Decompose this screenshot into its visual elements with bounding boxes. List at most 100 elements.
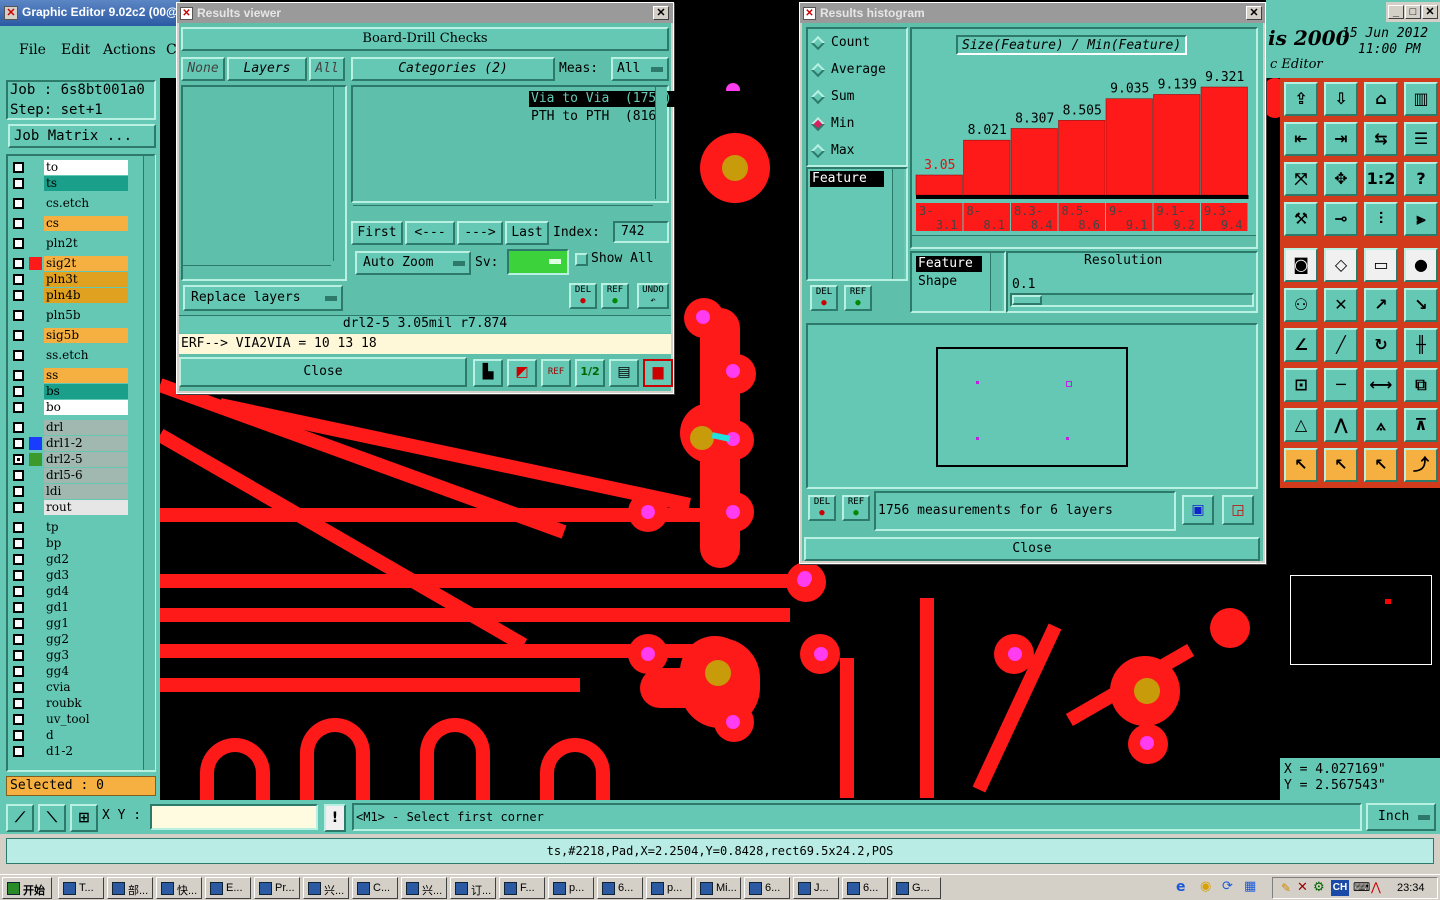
pad-icon[interactable]: ◙: [1284, 248, 1318, 282]
taskbar-button[interactable]: 6...: [744, 877, 790, 899]
taskbar-button[interactable]: 6...: [597, 877, 643, 899]
layer-checkbox[interactable]: [13, 370, 24, 381]
compare-icon[interactable]: 1/2: [575, 359, 605, 387]
taskbar-button[interactable]: p...: [646, 877, 692, 899]
layer-row[interactable]: pln2t: [10, 236, 128, 251]
scale-icon[interactable]: 1:2: [1364, 162, 1398, 196]
layer-results-scrollbar[interactable]: [333, 87, 345, 261]
split-icon[interactable]: ╫: [1404, 328, 1438, 362]
measure-icon[interactable]: ⫶: [1364, 202, 1398, 236]
undo-button[interactable]: UNDO ↶: [637, 283, 669, 309]
histogram-bar[interactable]: [915, 174, 963, 196]
histogram-close-button[interactable]: Close: [804, 537, 1260, 561]
category-hscroll[interactable]: [353, 205, 653, 217]
layer-checkbox[interactable]: [13, 650, 24, 661]
layer-checkbox[interactable]: [13, 570, 24, 581]
feature-list-item[interactable]: Feature: [810, 171, 884, 187]
first-button[interactable]: First: [351, 221, 403, 245]
layer-checkbox[interactable]: [13, 162, 24, 173]
pan-icon[interactable]: ✥: [1324, 162, 1358, 196]
layer-row[interactable]: drl: [10, 420, 128, 435]
taskbar-button[interactable]: 兴...: [401, 877, 447, 899]
category-scrollbar[interactable]: [655, 87, 667, 199]
histogram-close-icon[interactable]: ✕: [1246, 6, 1262, 20]
ruler-icon[interactable]: ▭: [1364, 248, 1398, 282]
index-input[interactable]: 742: [613, 221, 669, 243]
align-icon[interactable]: ⫸: [1404, 202, 1438, 236]
layer-checkbox[interactable]: [13, 746, 24, 757]
taskbar-button[interactable]: G...: [891, 877, 941, 899]
taskbar-button[interactable]: 快...: [156, 877, 202, 899]
report-tool-icon[interactable]: ◩: [507, 359, 537, 387]
layer-row[interactable]: ss.etch: [10, 348, 128, 363]
arrow-icon[interactable]: ↘: [1404, 288, 1438, 322]
layer-checkbox[interactable]: [13, 274, 24, 285]
swap-icon[interactable]: ⇆: [1364, 122, 1398, 156]
tray-close-icon[interactable]: ✕: [1297, 880, 1308, 895]
units-dropdown[interactable]: Inch: [1366, 803, 1436, 831]
apex-icon[interactable]: ⟑: [1364, 408, 1398, 442]
layer-checkbox[interactable]: [13, 666, 24, 677]
maximize-icon[interactable]: □: [1405, 5, 1421, 19]
layer-checkbox[interactable]: [13, 486, 24, 497]
layer-row[interactable]: roubk: [10, 696, 128, 711]
layer-checkbox[interactable]: [13, 470, 24, 481]
chart-hscroll[interactable]: [912, 235, 1256, 247]
layer-results-list[interactable]: [181, 85, 347, 281]
feature-shape-item-feature[interactable]: Feature: [916, 256, 982, 272]
results-viewer-close-icon[interactable]: ✕: [653, 6, 669, 20]
rotate-icon[interactable]: ↻: [1364, 328, 1398, 362]
layer-row[interactable]: bs: [10, 384, 128, 399]
layer-row[interactable]: pln3t: [10, 272, 128, 287]
layer-row[interactable]: drl1-2: [10, 436, 128, 451]
notes-icon[interactable]: ▤: [609, 359, 639, 387]
del-button[interactable]: DEL ●: [569, 283, 597, 309]
layer-row[interactable]: gd2: [10, 552, 128, 567]
category-item[interactable]: PTH to PTH (816): [529, 109, 825, 125]
layer-row[interactable]: bp: [10, 536, 128, 551]
quicklaunch-icon[interactable]: ⟳: [1222, 879, 1233, 894]
tools-icon[interactable]: ⚒: [1284, 202, 1318, 236]
job-matrix-button[interactable]: Job Matrix ...: [8, 124, 156, 148]
stat-option-average[interactable]: Average: [810, 62, 903, 80]
layer-row[interactable]: gd1: [10, 600, 128, 615]
tray-network-icon[interactable]: ⋀: [1371, 880, 1381, 894]
line-icon[interactable]: ╱: [1324, 328, 1358, 362]
histogram-icon[interactable]: ▆: [643, 359, 673, 387]
taskbar-button[interactable]: C...: [352, 877, 398, 899]
layer-checkbox[interactable]: [13, 386, 24, 397]
preview-ref-button[interactable]: REF ●: [842, 495, 870, 521]
histogram-del-button[interactable]: DEL ●: [810, 285, 838, 311]
histogram-bar[interactable]: [1153, 94, 1201, 196]
layer-row[interactable]: cs.etch: [10, 196, 128, 211]
taskbar-button[interactable]: 6...: [842, 877, 888, 899]
menu-actions[interactable]: Actions: [103, 42, 156, 58]
layer-checkbox[interactable]: [13, 698, 24, 709]
taskbar-button[interactable]: 订...: [450, 877, 496, 899]
layer-checkbox[interactable]: [13, 330, 24, 341]
histogram-ref-button[interactable]: REF ●: [844, 285, 872, 311]
download-icon[interactable]: ⇩: [1324, 82, 1358, 116]
layer-row[interactable]: d1-2: [10, 744, 128, 759]
next-button[interactable]: --->: [457, 221, 503, 245]
measure-tool-icon[interactable]: ⟋: [6, 804, 34, 832]
layer-checkbox[interactable]: [13, 238, 24, 249]
replace-layers-dropdown[interactable]: Replace layers: [183, 285, 343, 311]
stat-option-sum[interactable]: Sum: [810, 89, 903, 107]
move-right-icon[interactable]: ⇥: [1324, 122, 1358, 156]
feature-shape-scrollbar[interactable]: [990, 253, 1002, 311]
histogram-bar[interactable]: [1200, 86, 1248, 196]
net-icon[interactable]: ⚇: [1284, 288, 1318, 322]
category-item[interactable]: Via to Via (1756): [529, 91, 825, 107]
layer-row[interactable]: gg1: [10, 616, 128, 631]
histogram-bar[interactable]: [1058, 120, 1106, 196]
shape-icon[interactable]: ◇: [1324, 248, 1358, 282]
layer-checkbox[interactable]: [13, 178, 24, 189]
overview-map[interactable]: [1280, 488, 1440, 758]
stat-option-count[interactable]: Count: [810, 35, 903, 53]
layer-checkbox[interactable]: [13, 522, 24, 533]
quicklaunch-icon[interactable]: ◉: [1200, 879, 1211, 894]
layer-checkbox[interactable]: [13, 454, 24, 465]
angle-icon[interactable]: ∠: [1284, 328, 1318, 362]
layer-row[interactable]: sig2t: [10, 256, 128, 271]
